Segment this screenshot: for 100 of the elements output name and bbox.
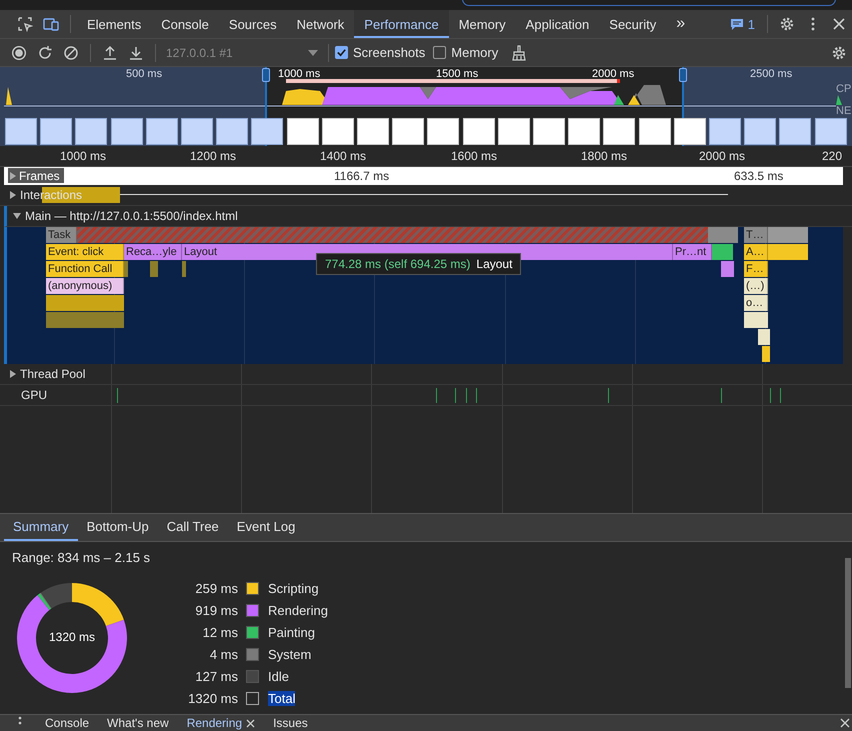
flame-entry[interactable]: A… [744,244,768,260]
category-swatch [246,692,259,705]
panel-tab[interactable]: Console [151,10,219,38]
close-icon[interactable] [831,16,847,32]
time-label: 220 [822,149,842,163]
checkbox[interactable] [433,46,446,59]
category-time: 1320 ms [187,691,238,706]
flame-entry[interactable]: Pr…nt [673,244,712,260]
track-header: GPU [21,388,48,402]
screenshot-frame [674,118,706,145]
selection-handle[interactable] [262,68,270,82]
gpu-task-tick [780,388,781,403]
category-label: System [268,647,312,662]
panel-tab[interactable]: Performance [354,10,449,38]
screenshot-frame [322,118,354,145]
screenshot-frame [40,118,72,145]
tooltip-event: Layout [476,257,512,271]
screenshot-frame [251,118,284,145]
gpu-task-tick [770,388,771,403]
checkbox[interactable] [335,46,348,59]
time-label: 2000 ms [699,149,746,163]
category-label: Scripting [268,581,319,596]
checkbox-label: Memory [451,45,498,60]
time-label: 2000 ms [592,68,634,80]
chat-icon [730,18,744,30]
time-label: 1800 ms [581,149,628,163]
time-label: 1400 ms [320,149,366,163]
screenshot-frame [181,118,213,145]
panel-tab[interactable]: Application [516,10,600,38]
track-header[interactable]: Thread Pool [10,367,86,381]
category-time: 12 ms [202,625,238,640]
flame-entry[interactable]: (…) [744,278,768,294]
close-icon[interactable] [840,718,850,728]
reload-icon[interactable] [37,44,53,60]
record-icon[interactable] [11,44,27,60]
flame-entry[interactable]: F… [744,261,768,277]
settings-icon[interactable] [779,16,795,32]
screenshot-frame [779,118,812,145]
drawer-tab[interactable]: Issues [264,716,317,730]
selection-handle[interactable] [679,68,687,82]
upload-icon[interactable] [102,44,118,60]
screenshot-frame [286,118,319,145]
time-label: 1500 ms [436,68,478,80]
drawer-tab[interactable]: Console [36,716,98,730]
screenshot-frame [462,118,495,145]
screenshot-frame [603,118,636,145]
details-tab[interactable]: Summary [4,514,78,541]
details-tab[interactable]: Call Tree [158,514,228,541]
panel-tab[interactable]: Network [286,10,354,38]
track-label: CP [836,83,852,95]
clear-icon[interactable] [63,44,79,60]
panel-tab[interactable]: Sources [218,10,287,38]
caret-icon [308,50,318,56]
screenshot-frame [744,118,776,145]
gpu-task-tick [608,388,609,403]
screenshot-frame [146,118,178,145]
details-tab[interactable]: Event Log [228,514,304,541]
flame-entry[interactable]: Reca…yle [124,244,182,260]
screenshot-frame [498,118,530,145]
flame-entry[interactable]: (anonymous) [46,278,124,294]
screenshot-frame [392,118,424,145]
frame-duration: 1166.7 ms [334,169,390,183]
panel-tab[interactable]: Elements [77,10,152,38]
scrollbar[interactable] [845,558,851,688]
device-toolbar-icon[interactable] [43,16,59,32]
time-label: 1600 ms [451,149,498,163]
broom-icon[interactable] [511,44,528,60]
more-tabs-button[interactable]: » [666,10,696,38]
details-tab[interactable]: Bottom-Up [78,514,158,541]
gpu-task-tick [117,388,118,403]
range-text: Range: 834 ms – 2.15 s [11,549,152,567]
settings-icon[interactable] [831,44,847,60]
time-label: 1000 ms [60,149,106,163]
time-label: 1000 ms [278,68,320,80]
gpu-task-tick [436,388,437,403]
flame-entry[interactable]: o… [744,295,768,311]
flame-entry[interactable]: Task [46,227,77,243]
flame-entry[interactable]: Event: click [46,244,124,260]
gpu-task-tick [476,388,477,403]
panel-tab[interactable]: Memory [448,10,516,38]
gpu-task-tick [455,388,456,403]
panel-tab[interactable]: Security [599,10,666,38]
category-label: Idle [268,669,289,684]
time-label: 1200 ms [190,149,236,163]
tooltip-duration: 774.28 ms (self 694.25 ms) [325,257,470,271]
inspect-icon[interactable] [17,16,33,32]
screenshot-frame [110,118,143,145]
frame-duration: 633.5 ms [734,169,784,183]
track-header[interactable]: Main — http://127.0.0.1:5500/index.html [13,209,238,223]
screenshot-frame [427,118,460,145]
issues-button[interactable]: 1 [724,16,761,32]
drawer-tab[interactable]: What's new [98,716,178,730]
category-time: 919 ms [194,603,238,618]
flame-entry[interactable]: Function Call [46,261,124,277]
time-label: 500 ms [126,68,162,80]
category-label: Painting [268,625,315,640]
flame-entry[interactable]: T… [744,227,768,243]
frames-toggle[interactable]: Frames [8,168,64,183]
drawer-tab[interactable]: Rendering [178,716,264,730]
download-icon[interactable] [128,44,144,60]
